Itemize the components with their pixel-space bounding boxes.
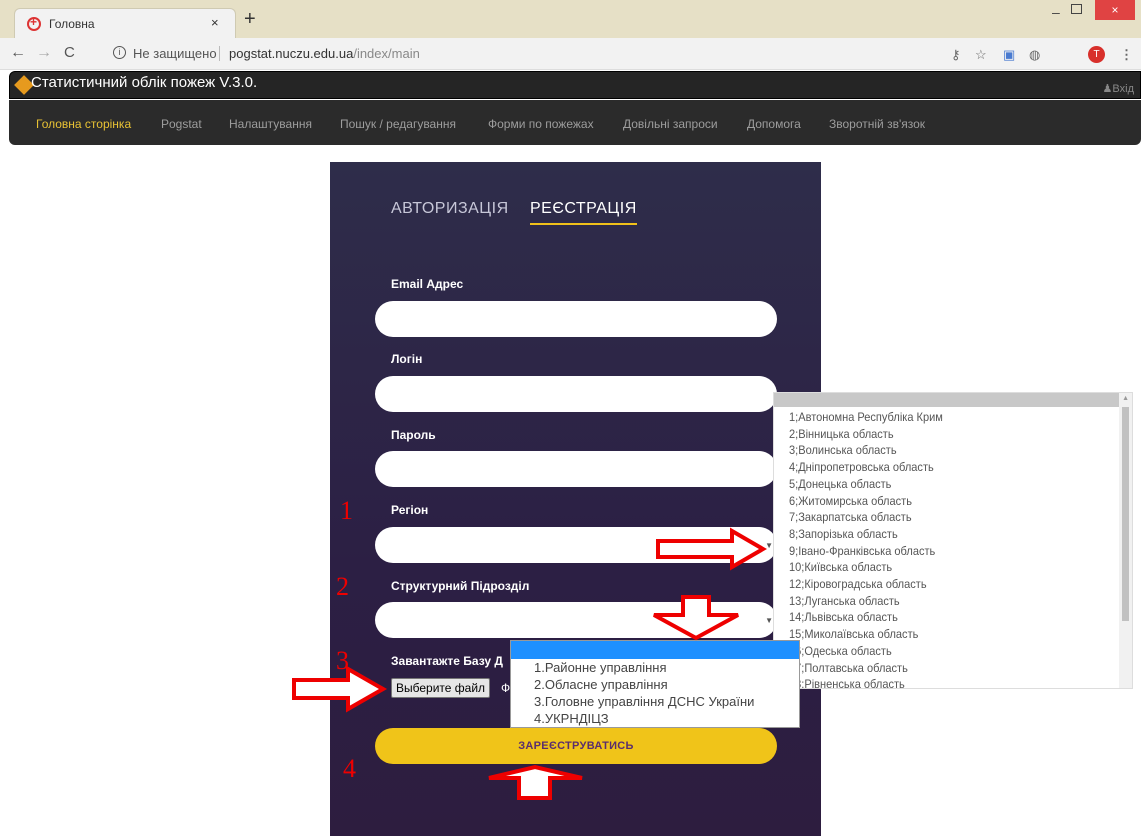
annotation-arrow-right-icon	[656, 527, 767, 571]
annotation-arrow-up-icon	[488, 764, 583, 800]
annotation-arrows	[292, 527, 767, 800]
annotation-arrow-right-icon	[292, 665, 388, 713]
annotation-arrow-down-icon	[653, 595, 739, 641]
